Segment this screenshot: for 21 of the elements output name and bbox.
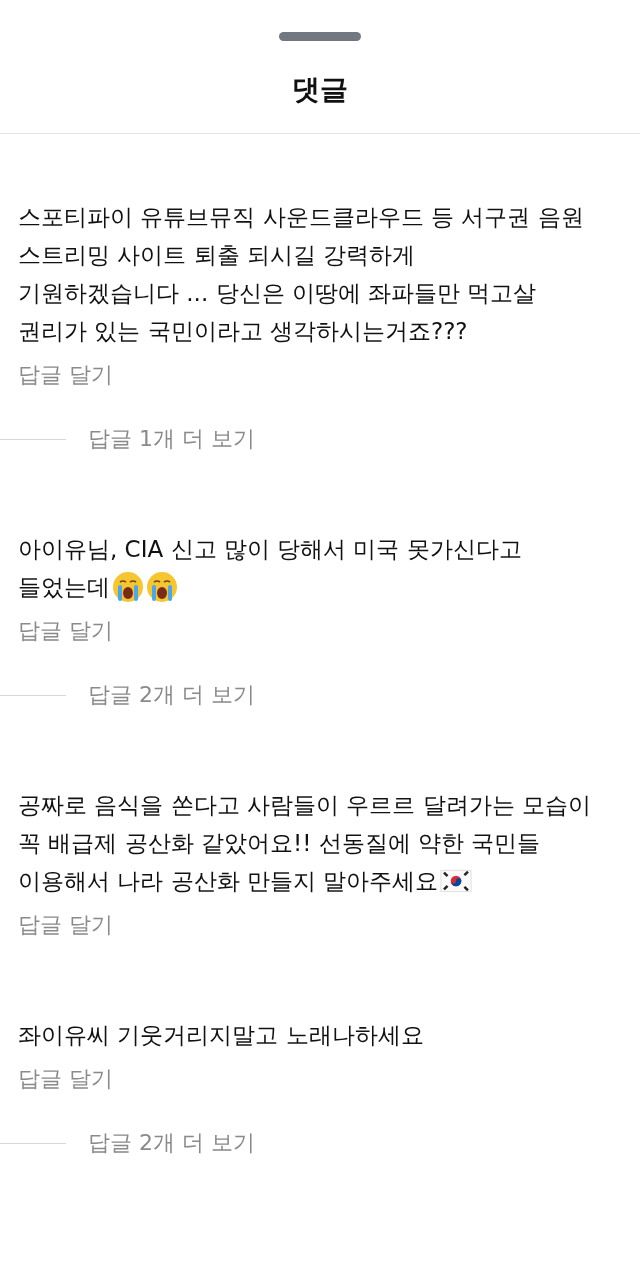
view-replies-link[interactable]: 답글 1개 더 보기 [88, 424, 255, 454]
comment-text-line: 권리가 있는 국민이라고 생각하시는거죠??? [18, 317, 468, 346]
comment-text-line: 꼭 배급제 공산화 같았어요!! 선동질에 약한 국민들 [18, 829, 541, 858]
reply-link[interactable]: 답글 달기 [18, 616, 113, 646]
comment-text-line: 스포티파이 유튜브뮤직 사운드클라우드 등 서구권 음원 [18, 203, 584, 232]
reply-link[interactable]: 답글 달기 [18, 910, 113, 940]
crying-face-icon [112, 571, 144, 603]
sheet-title: 댓글 [292, 72, 348, 108]
reply-link[interactable]: 답글 달기 [18, 360, 113, 390]
reply-link[interactable]: 답글 달기 [18, 1064, 113, 1094]
crying-face-icon [146, 571, 178, 603]
comment-text-line: 아이유님, CIA 신고 많이 당해서 미국 못가신다고 [18, 535, 522, 564]
comment-text-line: 기원하겠습니다 ... 당신은 이땅에 좌파들만 먹고살 [18, 279, 537, 308]
view-replies-link[interactable]: 답글 2개 더 보기 [88, 1128, 255, 1158]
view-replies-link[interactable]: 답글 2개 더 보기 [88, 680, 255, 710]
drag-handle[interactable] [279, 32, 361, 41]
comment-text-line: 스트리밍 사이트 퇴출 되시길 강력하게 [18, 241, 416, 270]
comment-text-line: 공짜로 음식을 쏜다고 사람들이 우르르 달려가는 모습이 [18, 791, 591, 820]
comment-text-line: 이용해서 나라 공산화 만들지 말아주세요 [18, 867, 439, 896]
comment-text-line: 좌이유씨 기웃거리지말고 노래나하세요 [18, 1021, 424, 1050]
comment-text-line: 들었는데 [18, 573, 110, 602]
